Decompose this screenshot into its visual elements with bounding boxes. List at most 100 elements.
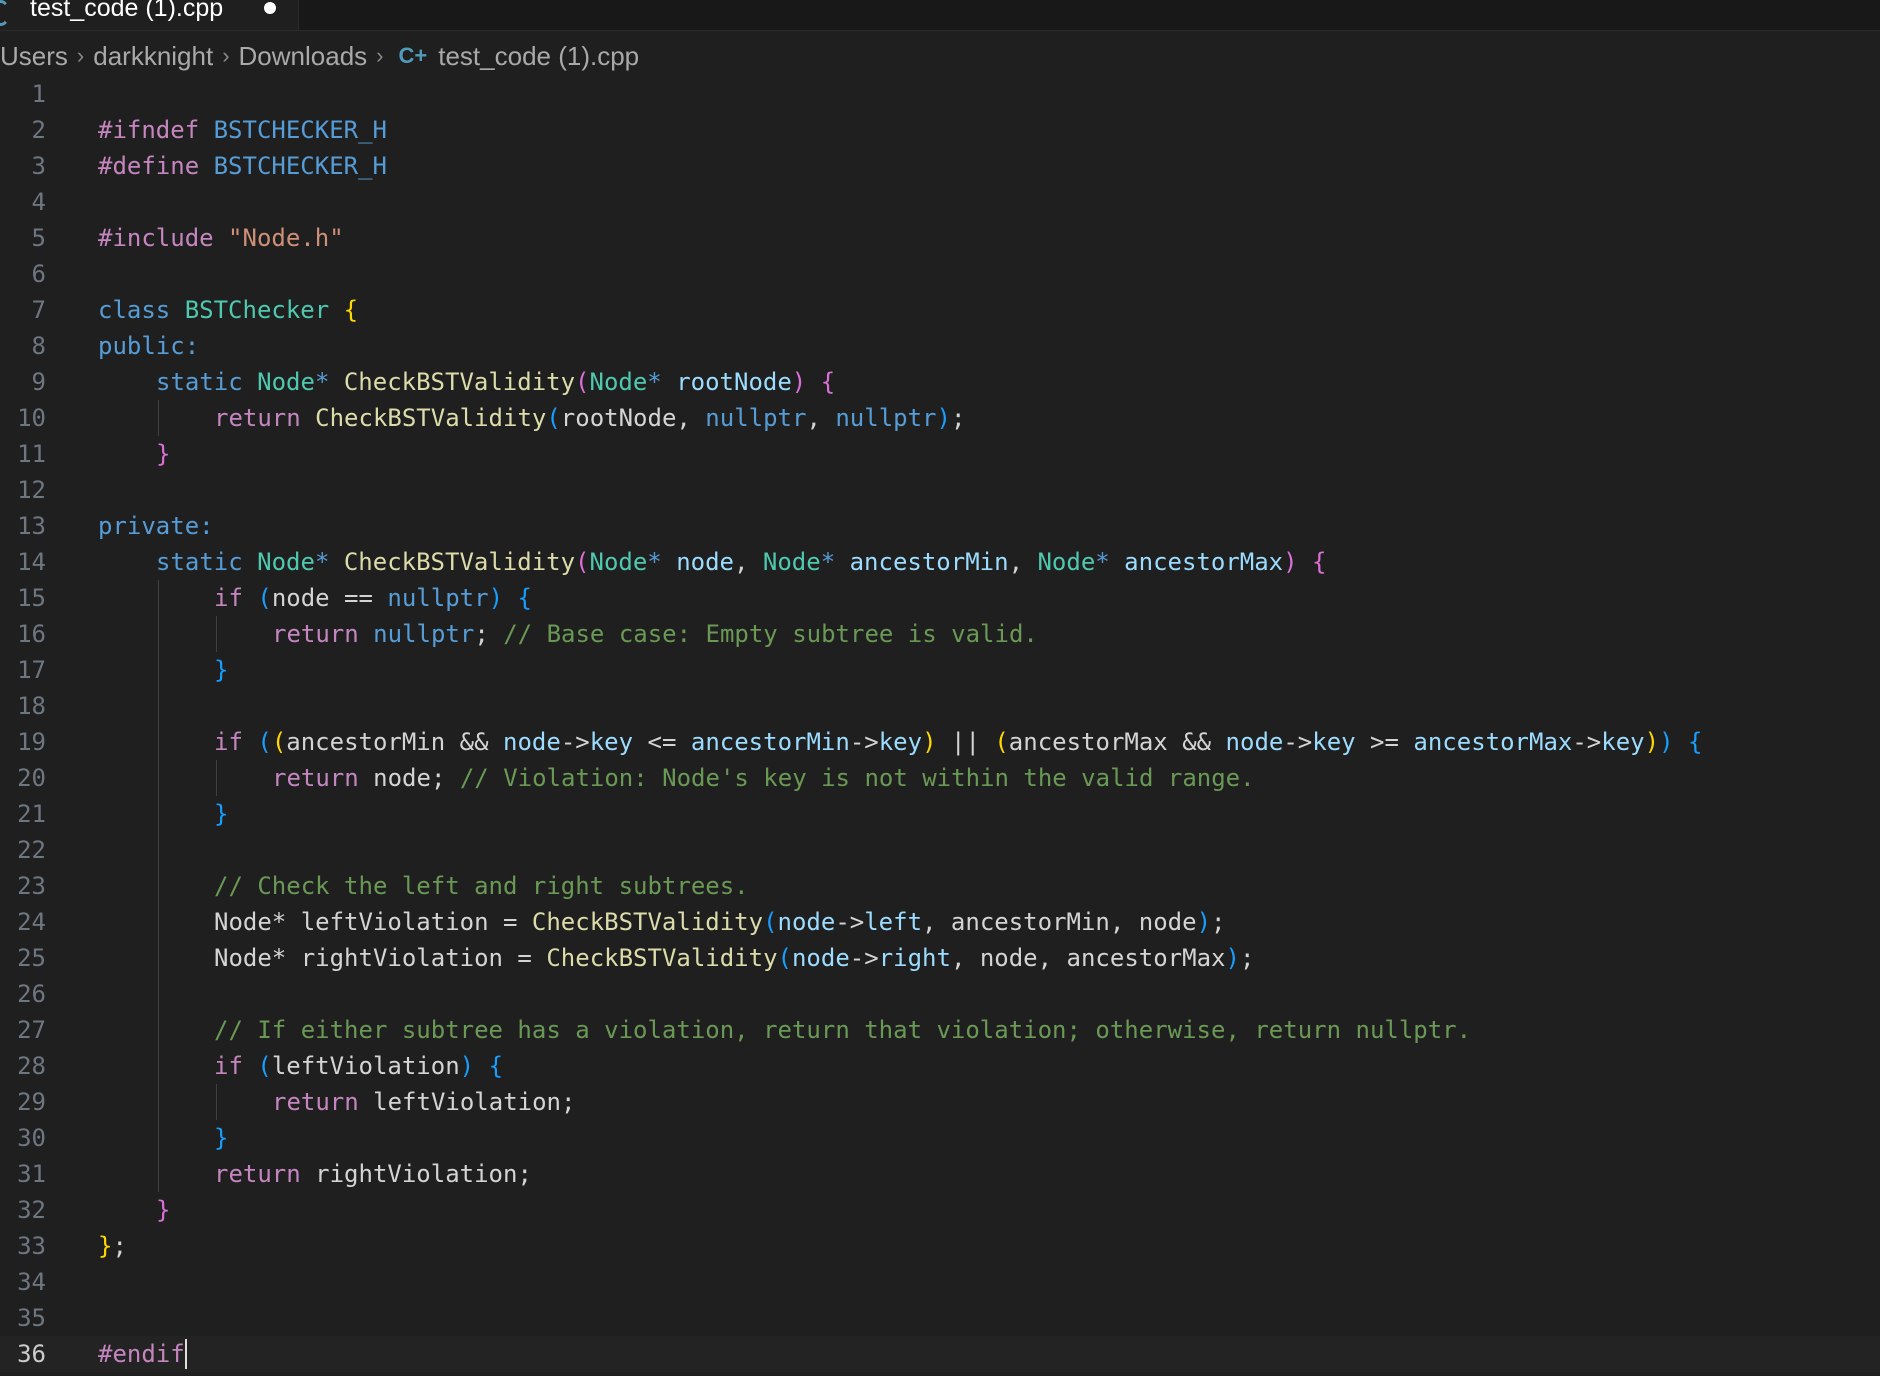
code-line[interactable]: 26 [0,976,1880,1012]
code-text: } [156,1192,170,1228]
code-line[interactable]: 27 // If either subtree has a violation, … [0,1012,1880,1048]
breadcrumb-item-darkknight[interactable]: darkknight [93,41,213,72]
code-token: -> [849,728,879,756]
code-line[interactable]: 2 #ifndef BSTCHECKER_H [0,112,1880,148]
code-text: if (leftViolation) { [214,1048,503,1084]
code-token: } [156,1196,171,1224]
code-text: public: [98,328,199,364]
code-token: -> [1572,728,1602,756]
code-token: CheckBSTValidity [315,404,547,432]
code-token: } [156,440,171,468]
code-line[interactable]: 31 return rightViolation; [0,1156,1880,1192]
code-line[interactable]: 34 [0,1264,1880,1300]
code-text: #ifndef BSTCHECKER_H [98,112,387,148]
code-line[interactable]: 30} [0,1120,1880,1156]
line-number: 26 [17,980,46,1008]
code-token: key [878,728,923,756]
code-token: } [214,656,229,684]
code-line[interactable]: 15 if (node == nullptr) { [0,580,1880,616]
code-line[interactable]: 17} [0,652,1880,688]
code-token: ancestorMax [1124,548,1284,576]
code-token: #endif [98,1340,185,1368]
breadcrumb-item-downloads[interactable]: Downloads [239,41,368,72]
code-token: Node [762,548,821,576]
line-number: 6 [31,260,46,288]
code-token: { [820,368,836,396]
code-token: || [936,728,995,756]
code-token: { [1312,548,1327,576]
code-line[interactable]: 24 Node* leftViolation = CheckBSTValidity… [0,904,1880,940]
code-line[interactable]: 28 if (leftViolation) { [0,1048,1880,1084]
chevron-right-icon: › [76,43,85,68]
code-text: Node* leftViolation = CheckBSTValidity(n… [214,904,1225,940]
code-token: ; [1239,944,1255,972]
code-token: ( [575,548,590,576]
code-line[interactable]: 33}; [0,1228,1880,1264]
code-line[interactable]: 1 [0,76,1880,112]
line-number: 22 [17,836,46,864]
line-number: 23 [17,872,46,900]
code-line[interactable]: 32} [0,1192,1880,1228]
indent-guide [216,1084,217,1120]
code-token: -> [1283,728,1313,756]
code-token: ancestorMin && [286,728,504,756]
code-token: ( [271,728,287,756]
code-token: left [864,908,923,936]
code-line[interactable]: 14 static Node* CheckBSTValidity(Node* no… [0,544,1880,580]
breadcrumb-item-users[interactable]: Users [0,41,68,72]
code-line[interactable]: 22 [0,832,1880,868]
code-token: ) [1196,908,1212,936]
code-line[interactable]: 20 return node; // Violation: Node's key … [0,760,1880,796]
code-line[interactable]: 35 [0,1300,1880,1336]
code-line[interactable]: 12 [0,472,1880,508]
line-number: 30 [17,1124,46,1152]
code-line[interactable]: 23 // Check the left and right subtrees. [0,868,1880,904]
code-line[interactable]: 25 Node* rightViolation = CheckBSTValidit… [0,940,1880,976]
code-token: , [734,548,763,576]
code-token: leftViolation; [373,1088,576,1116]
text-cursor [185,1339,187,1369]
code-text: private: [98,508,214,544]
code-line[interactable]: 29 return leftViolation; [0,1084,1880,1120]
line-number: 16 [17,620,46,648]
code-line[interactable]: 36 #endif [0,1336,1880,1372]
code-text: class BSTChecker { [98,292,358,328]
code-line[interactable]: 16 return nullptr; // Base case: Empty su… [0,616,1880,652]
code-text: } [156,436,170,472]
code-line[interactable]: 19 if ((ancestorMin && node->key <= ances… [0,724,1880,760]
code-token: } [214,1124,229,1152]
code-token: ) [922,728,937,756]
code-line[interactable]: 9 static Node* CheckBSTValidity(Node* roo… [0,364,1880,400]
code-token: key [1312,728,1356,756]
code-line[interactable]: 5 #include "Node.h" [0,220,1880,256]
code-token: return [214,1160,316,1188]
code-text: } [214,796,228,832]
code-token: return [272,1088,374,1116]
code-text: return nullptr; // Base case: Empty subt… [272,616,1038,652]
code-token: ancestorMax && [1008,728,1226,756]
editor-tab[interactable]: test_code (1).cpp [0,0,299,30]
code-line[interactable]: 4 [0,184,1880,220]
code-line[interactable]: 13 private: [0,508,1880,544]
code-token: node [791,944,850,972]
code-token: // Check the left and right subtrees. [214,872,749,900]
unsaved-dot-icon[interactable] [264,2,276,14]
code-line[interactable]: 11} [0,436,1880,472]
code-text: // If either subtree has a violation, re… [214,1012,1471,1048]
code-token: key [1601,728,1645,756]
code-token: BSTChecker [184,296,344,324]
code-line[interactable]: 18 [0,688,1880,724]
line-number: 31 [17,1160,46,1188]
breadcrumb-item-file[interactable]: test_code (1).cpp [438,41,639,72]
code-token: rightViolation; [315,1160,532,1188]
chevron-right-icon: › [222,43,230,68]
code-line[interactable]: 21} [0,796,1880,832]
code-line[interactable]: 6 [0,256,1880,292]
code-line[interactable]: 7 class BSTChecker { [0,292,1880,328]
code-line[interactable]: 3 #define BSTCHECKER_H [0,148,1880,184]
code-line[interactable]: 8 public: [0,328,1880,364]
code-token: ) [459,1052,475,1080]
code-line[interactable]: 10 return CheckBSTValidity(rootNode, null… [0,400,1880,436]
code-token: #ifndef [98,116,214,144]
